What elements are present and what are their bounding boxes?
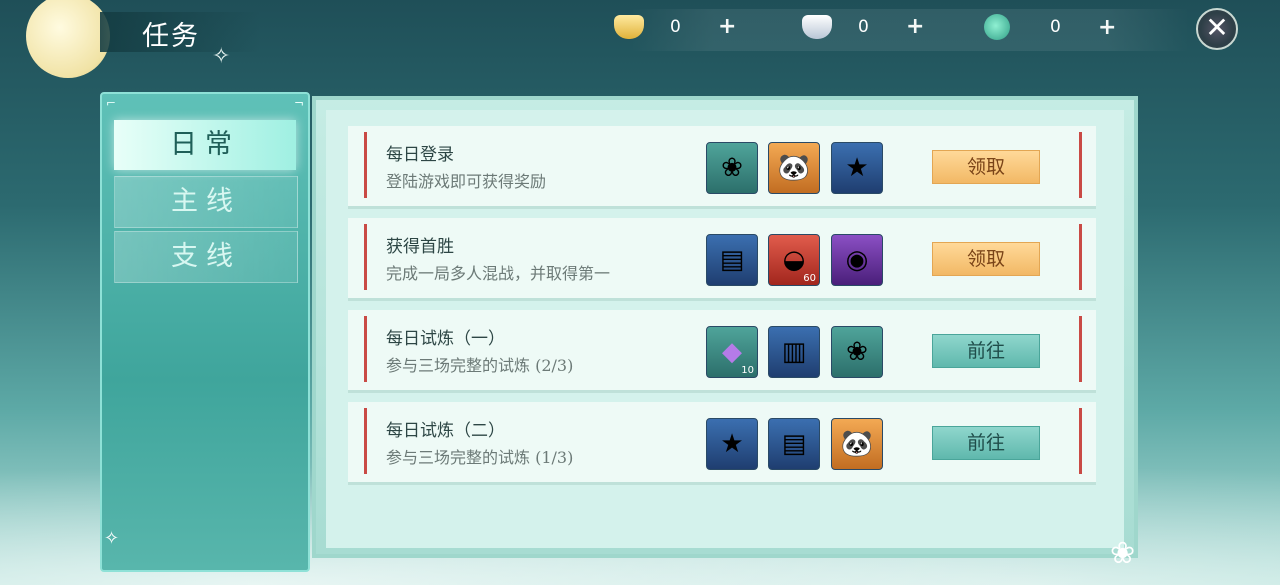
task-desc: 登陆游戏即可获得奖励 [386,172,547,191]
currency-gold: 0 + [614,14,736,39]
swallow-icon: ✧ [212,44,231,69]
claim-button[interactable]: 领取 [932,242,1040,276]
corner-ornament-icon: ⌐ [106,96,117,110]
swallow-icon: ✧ [104,528,120,549]
go-button[interactable]: 前往 [932,426,1040,460]
rope-decoration [364,408,367,474]
tab-daily[interactable]: 日常 [114,120,296,170]
task-row: 每日登录 登陆游戏即可获得奖励 ❀ 🐼 ★ 领取 [348,126,1096,209]
reward-count: 10 [741,365,754,376]
moon-decoration [26,0,110,78]
task-desc: 完成一局多人混战，并取得第一 [386,264,611,283]
task-desc: 参与三场完整的试炼 (2/3) [386,356,574,375]
claim-button[interactable]: 领取 [932,150,1040,184]
rope-decoration [1079,408,1082,474]
tab-side-quest[interactable]: 支线 [114,231,298,283]
rope-decoration [364,316,367,382]
gold-ingot-icon [614,14,644,39]
rope-decoration [364,224,367,290]
gold-value: 0 [670,16,681,37]
silver-ingot-icon [802,14,832,39]
reward-count: 60 [803,273,816,284]
lotus-icon[interactable]: ❀ [831,326,883,378]
task-panel: 每日登录 登陆游戏即可获得奖励 ❀ 🐼 ★ 领取 获得首胜 完成一局多人混战，并… [312,96,1138,558]
go-button[interactable]: 前往 [932,334,1040,368]
currency-jade: 0 + [984,14,1116,40]
task-row: 获得首胜 完成一局多人混战，并取得第一 ▤ ◒ 60 ◉ 领取 [348,218,1096,301]
tab-panel: ⌐ ¬ 日常 主线 支线 [100,92,310,572]
rope-decoration [364,132,367,198]
task-desc: 参与三场完整的试炼 (1/3) [386,448,574,467]
task-list: 每日登录 登陆游戏即可获得奖励 ❀ 🐼 ★ 领取 获得首胜 完成一局多人混战，并… [326,110,1124,548]
task-name: 每日试炼（一） [386,329,505,349]
purple-crystal-icon[interactable]: ◆ 10 [706,326,758,378]
currency-silver: 0 + [802,14,924,39]
silver-value: 0 [858,16,869,37]
panda-icon[interactable]: 🐼 [768,142,820,194]
tab-main-quest[interactable]: 主线 [114,176,298,228]
corner-ornament-icon: ¬ [293,96,304,110]
add-jade-button[interactable]: + [1098,15,1116,40]
crystal-ball-icon[interactable]: ◉ [831,234,883,286]
star-dart-icon[interactable]: ★ [831,142,883,194]
skill-book-icon[interactable]: ▤ [706,234,758,286]
task-name: 获得首胜 [386,237,454,257]
task-row: 每日试炼（一） 参与三场完整的试炼 (2/3) ◆ 10 ▥ ❀ 前往 [348,310,1096,393]
jade-coin-icon [984,14,1010,40]
task-name: 每日登录 [386,145,454,165]
task-row: 每日试炼（二） 参与三场完整的试炼 (1/3) ★ ▤ 🐼 前往 [348,402,1096,485]
lotus-icon[interactable]: ❀ [706,142,758,194]
panda-icon[interactable]: 🐼 [831,418,883,470]
add-gold-button[interactable]: + [718,14,736,39]
rope-decoration [1079,224,1082,290]
task-name: 每日试炼（二） [386,421,505,441]
star-dart-icon[interactable]: ★ [706,418,758,470]
add-silver-button[interactable]: + [906,14,924,39]
jade-value: 0 [1050,17,1061,37]
rope-decoration [1079,316,1082,382]
page-title: 任务 [142,21,200,52]
skill-book-icon[interactable]: ▤ [768,418,820,470]
gold-ingot-icon[interactable]: ◒ 60 [768,234,820,286]
lotus-decoration-icon: ❀ [1110,536,1136,571]
close-button[interactable]: ✕ [1196,8,1238,50]
scroll-icon[interactable]: ▥ [768,326,820,378]
rope-decoration [1079,132,1082,198]
